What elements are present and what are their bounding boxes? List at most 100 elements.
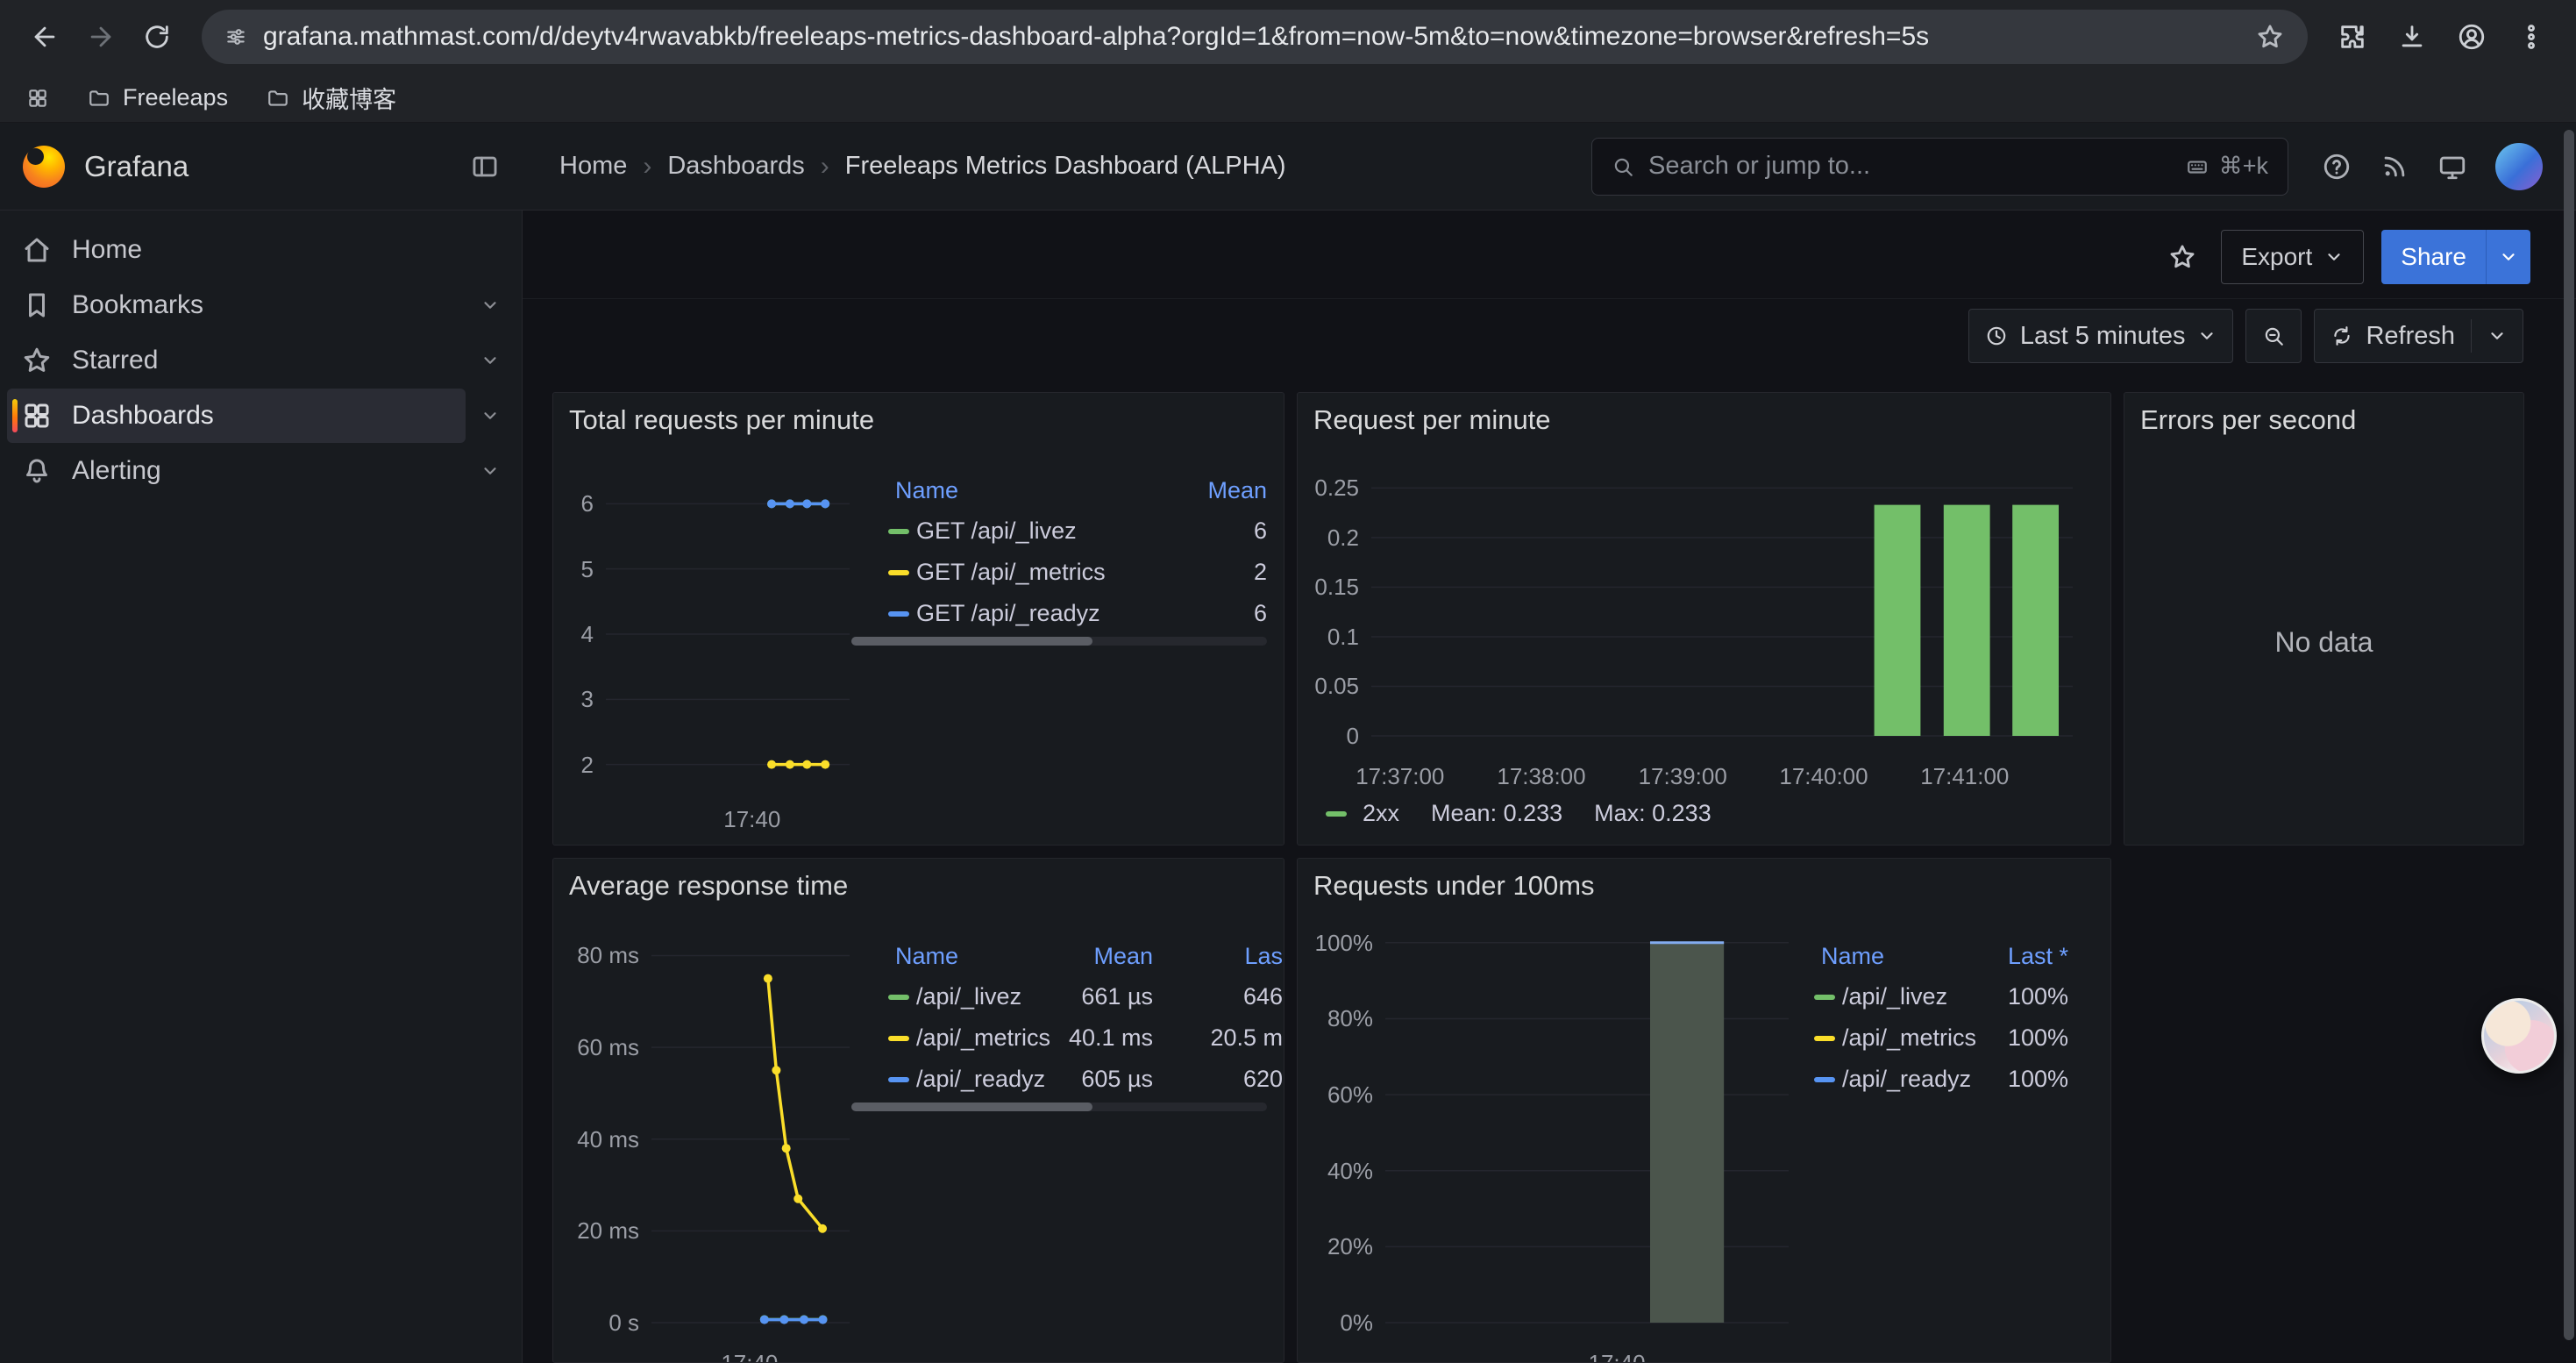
legend-value-mean: 605 µs (1055, 1066, 1153, 1093)
series-point (767, 760, 776, 769)
chart-plot (606, 489, 850, 779)
series-point (767, 499, 776, 508)
legend-series-name[interactable]: GET /api/_readyz (916, 600, 1193, 627)
legend-scrollbar[interactable] (851, 637, 1267, 646)
url-text[interactable]: grafana.mathmast.com/d/deytv4rwavabkb/fr… (263, 22, 2239, 52)
legend-series-name[interactable]: 2xx (1363, 800, 1399, 827)
home-icon (21, 234, 53, 266)
sidebar-item-home[interactable]: Home (7, 223, 515, 277)
share-menu-button[interactable] (2486, 230, 2530, 284)
breadcrumb-home[interactable]: Home (559, 152, 627, 181)
legend-header-mean[interactable]: Mean (1055, 943, 1153, 970)
help-icon[interactable] (2322, 152, 2352, 182)
star-dashboard-icon[interactable] (2161, 236, 2203, 278)
expand-starred-icon[interactable] (466, 351, 515, 370)
time-range-picker[interactable]: Last 5 minutes (1968, 309, 2234, 363)
y-axis-label: 80 ms (553, 941, 639, 969)
legend-series-name[interactable]: GET /api/_livez (916, 517, 1193, 545)
series-color-dash (888, 1036, 909, 1041)
breadcrumb-dashboards[interactable]: Dashboards (667, 152, 804, 181)
legend-scrollbar[interactable] (851, 1103, 1267, 1111)
series-point (802, 760, 811, 769)
zoom-out-button[interactable] (2245, 309, 2302, 363)
y-axis-label: 0.25 (1298, 474, 1359, 502)
browser-back-button[interactable] (19, 11, 70, 62)
legend-series-name[interactable]: /api/_livez (916, 983, 1055, 1010)
panel-title[interactable]: Total requests per minute (553, 393, 1284, 440)
expand-dashboards-icon[interactable] (466, 406, 515, 425)
legend-series-name[interactable]: /api/_livez (1842, 983, 1989, 1010)
legend-header-last[interactable]: Las (1153, 943, 1283, 970)
chevron-down-icon (2499, 247, 2518, 267)
legend-value: 6 (1193, 600, 1267, 627)
panel-title[interactable]: Request per minute (1298, 393, 2110, 440)
panel-request-per-minute: Request per minute 0.250.20.150.10.05017… (1297, 392, 2111, 846)
browser-reload-button[interactable] (132, 11, 182, 62)
news-rss-icon[interactable] (2380, 152, 2409, 182)
legend-header-name[interactable]: Name (895, 943, 1055, 970)
export-button[interactable]: Export (2221, 230, 2364, 284)
legend-row: /api/_livez 100% (1812, 976, 2068, 1017)
legend-series-name[interactable]: /api/_readyz (916, 1066, 1055, 1093)
sidebar-item-dashboards[interactable]: Dashboards (7, 389, 466, 443)
expand-alerting-icon[interactable] (466, 461, 515, 481)
display-icon[interactable] (2437, 152, 2467, 182)
panel-title[interactable]: Requests under 100ms (1298, 859, 2110, 906)
panel-errors-per-second: Errors per second No data (2124, 392, 2524, 846)
panel-title[interactable]: Errors per second (2124, 393, 2523, 440)
y-axis-label: 20 ms (553, 1217, 639, 1245)
browser-profile-icon[interactable] (2446, 11, 2497, 62)
legend-series-name[interactable]: /api/_metrics (1842, 1024, 1989, 1052)
legend-series-name[interactable]: /api/_metrics (916, 1024, 1055, 1052)
legend-value-mean: 40.1 ms (1055, 1024, 1153, 1052)
share-button[interactable]: Share (2381, 230, 2486, 284)
series-line (768, 979, 822, 1229)
sidebar-item-starred[interactable]: Starred (7, 333, 466, 388)
user-avatar[interactable] (2495, 143, 2543, 190)
browser-forward-button[interactable] (75, 11, 126, 62)
bookmark-folder-freeleaps[interactable]: Freeleaps (88, 84, 228, 111)
legend-header-mean[interactable]: Mean (1193, 477, 1267, 504)
legend-table: Name Mean GET /api/_livez 6 GET /api/_me… (886, 470, 1267, 634)
expand-bookmarks-icon[interactable] (466, 296, 515, 315)
address-bar[interactable]: grafana.mathmast.com/d/deytv4rwavabkb/fr… (202, 10, 2308, 64)
legend-header-name[interactable]: Name (1821, 943, 1989, 970)
extensions-icon[interactable] (2327, 11, 2378, 62)
refresh-button[interactable]: Refresh (2314, 309, 2523, 363)
no-data-message: No data (2124, 440, 2523, 845)
legend-row: /api/_livez 661 µs 646 (886, 976, 1283, 1017)
browser-menu-icon[interactable] (2506, 11, 2557, 62)
breadcrumb-separator: › (643, 152, 651, 182)
apps-grid-icon[interactable] (26, 87, 49, 110)
grafana-logo[interactable] (23, 146, 65, 188)
series-point (779, 1315, 788, 1324)
search-box[interactable]: ⌘+k (1591, 138, 2288, 196)
series-point (779, 1316, 788, 1324)
legend-stat-max: Max: 0.233 (1594, 800, 1711, 827)
search-input[interactable] (1648, 152, 2172, 181)
series-color-dash (888, 529, 909, 534)
legend-header-name[interactable]: Name (895, 477, 1193, 504)
bell-icon (21, 455, 53, 487)
legend-series-name[interactable]: /api/_readyz (1842, 1066, 1989, 1093)
sidebar-item-bookmarks[interactable]: Bookmarks (7, 278, 466, 332)
breadcrumb-current: Freeleaps Metrics Dashboard (ALPHA) (845, 152, 1286, 181)
page-scrollbar[interactable] (2564, 130, 2574, 1340)
bookmark-folder-blogs[interactable]: 收藏博客 (267, 81, 396, 115)
legend-header-last[interactable]: Last * (1989, 943, 2068, 970)
y-axis-label: 0.1 (1298, 623, 1359, 651)
panel-title[interactable]: Average response time (553, 859, 1284, 906)
downloads-icon[interactable] (2387, 11, 2437, 62)
site-settings-icon[interactable] (224, 25, 247, 48)
assistant-avatar-overlay[interactable] (2481, 998, 2557, 1074)
legend-series-name[interactable]: GET /api/_metrics (916, 559, 1193, 586)
x-axis-label: 17:41:00 (1920, 762, 2009, 790)
series-point (786, 760, 794, 769)
sidebar-toggle-icon[interactable] (470, 152, 500, 182)
legend-row: GET /api/_readyz 6 (886, 593, 1267, 634)
chart-plot (1371, 485, 2073, 736)
bookmark-star-icon[interactable] (2255, 22, 2285, 52)
sidebar-item-alerting[interactable]: Alerting (7, 444, 466, 498)
series-color-dash (1814, 1036, 1835, 1041)
legend-row: GET /api/_livez 6 (886, 510, 1267, 552)
